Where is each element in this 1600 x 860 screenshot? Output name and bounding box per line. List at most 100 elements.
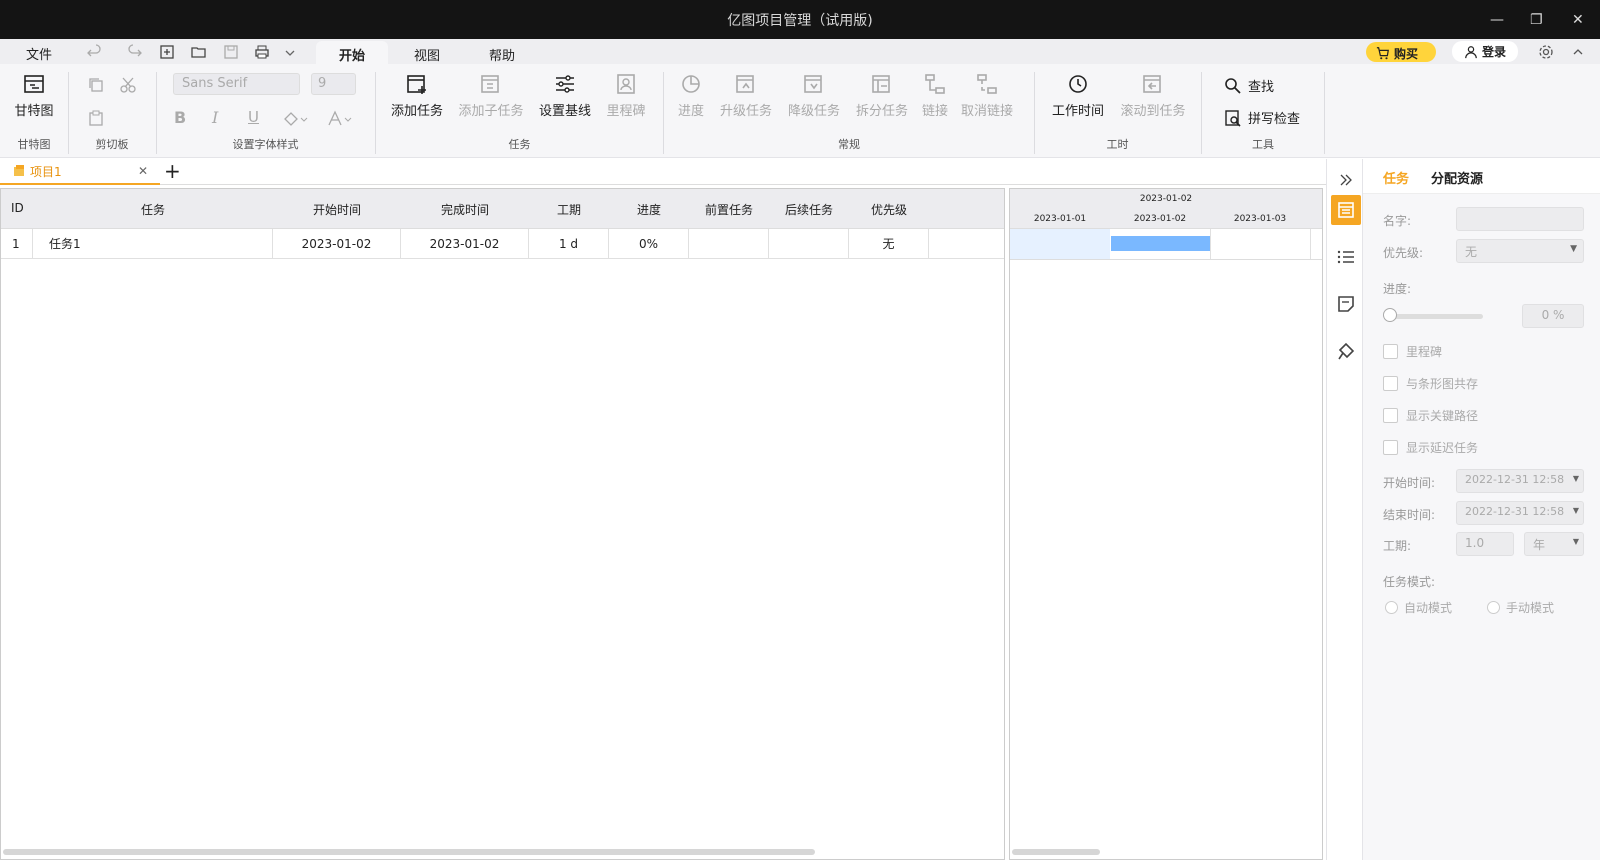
header-successor[interactable]: 后续任务 (769, 201, 849, 218)
underline-icon[interactable]: U (248, 108, 259, 126)
font-color-icon[interactable] (326, 110, 352, 128)
tab-view[interactable]: 视图 (391, 41, 463, 64)
header-duration[interactable]: 工期 (529, 201, 609, 218)
grid-horizontal-scrollbar[interactable] (3, 849, 815, 855)
link-button[interactable]: 链接 (918, 72, 952, 119)
table-row[interactable]: 1 任务1 2023-01-02 2023-01-02 1 d 0% 无 (1, 229, 1004, 259)
cell-start[interactable]: 2023-01-02 (273, 229, 401, 259)
progress-value: 0 % (1541, 308, 1565, 322)
spell-check-button[interactable]: 拼写检查 (1224, 108, 1300, 127)
ribbon: 甘特图 甘特图 剪切板 Sans Serif 9 B I U 设置字体样式 添加… (0, 64, 1600, 158)
add-tab-icon[interactable]: + (164, 160, 181, 182)
tab-help[interactable]: 帮助 (466, 41, 538, 64)
bold-icon[interactable]: B (174, 108, 186, 127)
open-folder-icon[interactable] (191, 44, 207, 60)
close-tab-icon[interactable]: ✕ (138, 164, 148, 178)
header-task[interactable]: 任务 (33, 201, 273, 218)
gantt-task-bar[interactable] (1111, 236, 1210, 251)
progress-slider-track[interactable] (1389, 314, 1483, 319)
work-time-button[interactable]: 工作时间 (1049, 72, 1107, 119)
auto-mode-radio[interactable]: 自动模式 (1385, 599, 1452, 616)
split-task-button[interactable]: 拆分任务 (852, 72, 912, 119)
cell-progress[interactable]: 0% (609, 229, 689, 259)
header-finish[interactable]: 完成时间 (401, 201, 529, 218)
cell-successor[interactable] (769, 229, 849, 259)
file-menu[interactable]: 文件 (26, 44, 52, 63)
chevron-down-icon[interactable] (282, 44, 298, 60)
end-time-input[interactable]: 2022-12-31 12:58 ▼ (1456, 501, 1584, 525)
minimize-icon[interactable]: — (1490, 12, 1504, 28)
collapse-panel-button[interactable] (1331, 165, 1361, 195)
add-task-button[interactable]: 添加任务 (388, 72, 446, 119)
restore-icon[interactable]: ❐ (1530, 12, 1543, 28)
panel-tab-task[interactable]: 任务 (1383, 168, 1409, 187)
progress-spinbox[interactable]: 0 % (1522, 304, 1584, 328)
critical-path-checkbox[interactable]: 显示关键路径 (1383, 407, 1478, 424)
chevron-down-icon: ▼ (1572, 506, 1579, 515)
cell-duration[interactable]: 1 d (529, 229, 609, 259)
note-icon (1338, 296, 1354, 312)
italic-icon[interactable]: I (212, 108, 218, 127)
cell-finish[interactable]: 2023-01-02 (401, 229, 529, 259)
header-id[interactable]: ID (11, 201, 24, 215)
critical-path-check-label: 显示关键路径 (1406, 409, 1479, 423)
task-panel-button[interactable] (1331, 195, 1361, 225)
gantt-day-line (1310, 229, 1311, 259)
milestone-button[interactable]: 里程碑 (602, 72, 650, 119)
settings-icon[interactable] (1538, 44, 1554, 60)
cell-task[interactable]: 任务1 (33, 229, 273, 259)
baseline-icon (556, 75, 574, 93)
list-panel-button[interactable] (1331, 242, 1361, 272)
fill-color-icon[interactable] (282, 110, 308, 128)
manual-mode-radio[interactable]: 手动模式 (1487, 599, 1554, 616)
close-window-icon[interactable]: ✕ (1572, 12, 1584, 28)
redo-icon[interactable] (127, 44, 143, 60)
name-input[interactable] (1456, 207, 1584, 231)
save-icon[interactable] (223, 44, 239, 60)
milestone-checkbox[interactable]: 里程碑 (1383, 343, 1442, 360)
cell-predecessor[interactable] (689, 229, 769, 259)
font-family-select[interactable]: Sans Serif (173, 73, 300, 95)
add-subtask-button[interactable]: 添加子任务 (456, 72, 526, 119)
delayed-task-checkbox[interactable]: 显示延迟任务 (1383, 439, 1478, 456)
find-button[interactable]: 查找 (1224, 76, 1274, 95)
header-priority[interactable]: 优先级 (849, 201, 929, 218)
format-panel-button[interactable] (1331, 336, 1361, 366)
print-icon[interactable] (254, 44, 270, 60)
buy-label: 购买 (1394, 46, 1419, 61)
collapse-ribbon-icon[interactable] (1570, 44, 1586, 60)
undo-icon[interactable] (86, 44, 102, 60)
login-button[interactable]: 登录 (1452, 41, 1518, 62)
gantt-horizontal-scrollbar[interactable] (1012, 849, 1100, 855)
tools-group: 查找 拼写检查 工具 (1202, 64, 1324, 158)
font-size-select[interactable]: 9 (311, 73, 356, 95)
duration-spinbox[interactable]: 1.0 (1456, 532, 1514, 556)
cell-id[interactable]: 1 (1, 229, 33, 259)
note-panel-button[interactable] (1331, 289, 1361, 319)
tab-start[interactable]: 开始 (316, 41, 388, 64)
scroll-to-task-icon (1143, 75, 1161, 93)
coexist-bar-checkbox[interactable]: 与条形图共存 (1383, 375, 1478, 392)
unlink-label: 取消链接 (960, 104, 1013, 119)
progress-slider-handle[interactable] (1383, 308, 1397, 322)
header-predecessor[interactable]: 前置任务 (689, 201, 769, 218)
set-baseline-button[interactable]: 设置基线 (536, 72, 594, 119)
downgrade-task-button[interactable]: 降级任务 (784, 72, 844, 119)
progress-label: 进度 (677, 104, 704, 119)
upgrade-task-button[interactable]: 升级任务 (716, 72, 776, 119)
priority-select[interactable]: 无 ▼ (1456, 239, 1584, 263)
scroll-to-task-button[interactable]: 滚动到任务 (1117, 72, 1189, 119)
header-progress[interactable]: 进度 (609, 201, 689, 218)
header-start[interactable]: 开始时间 (273, 201, 401, 218)
priority-label: 优先级: (1383, 246, 1424, 260)
progress-button[interactable]: 进度 (674, 72, 708, 119)
panel-tab-resource[interactable]: 分配资源 (1431, 168, 1483, 187)
new-file-icon[interactable] (159, 44, 175, 60)
cell-priority[interactable]: 无 (849, 229, 929, 259)
start-time-input[interactable]: 2022-12-31 12:58 ▼ (1456, 469, 1584, 493)
checkbox-box (1383, 408, 1398, 423)
buy-button[interactable]: 购买 (1366, 42, 1436, 62)
duration-unit-select[interactable]: 年 ▼ (1524, 532, 1584, 556)
unlink-button[interactable]: 取消链接 (954, 72, 1020, 119)
document-tab[interactable]: 项目1 ✕ (0, 159, 160, 185)
